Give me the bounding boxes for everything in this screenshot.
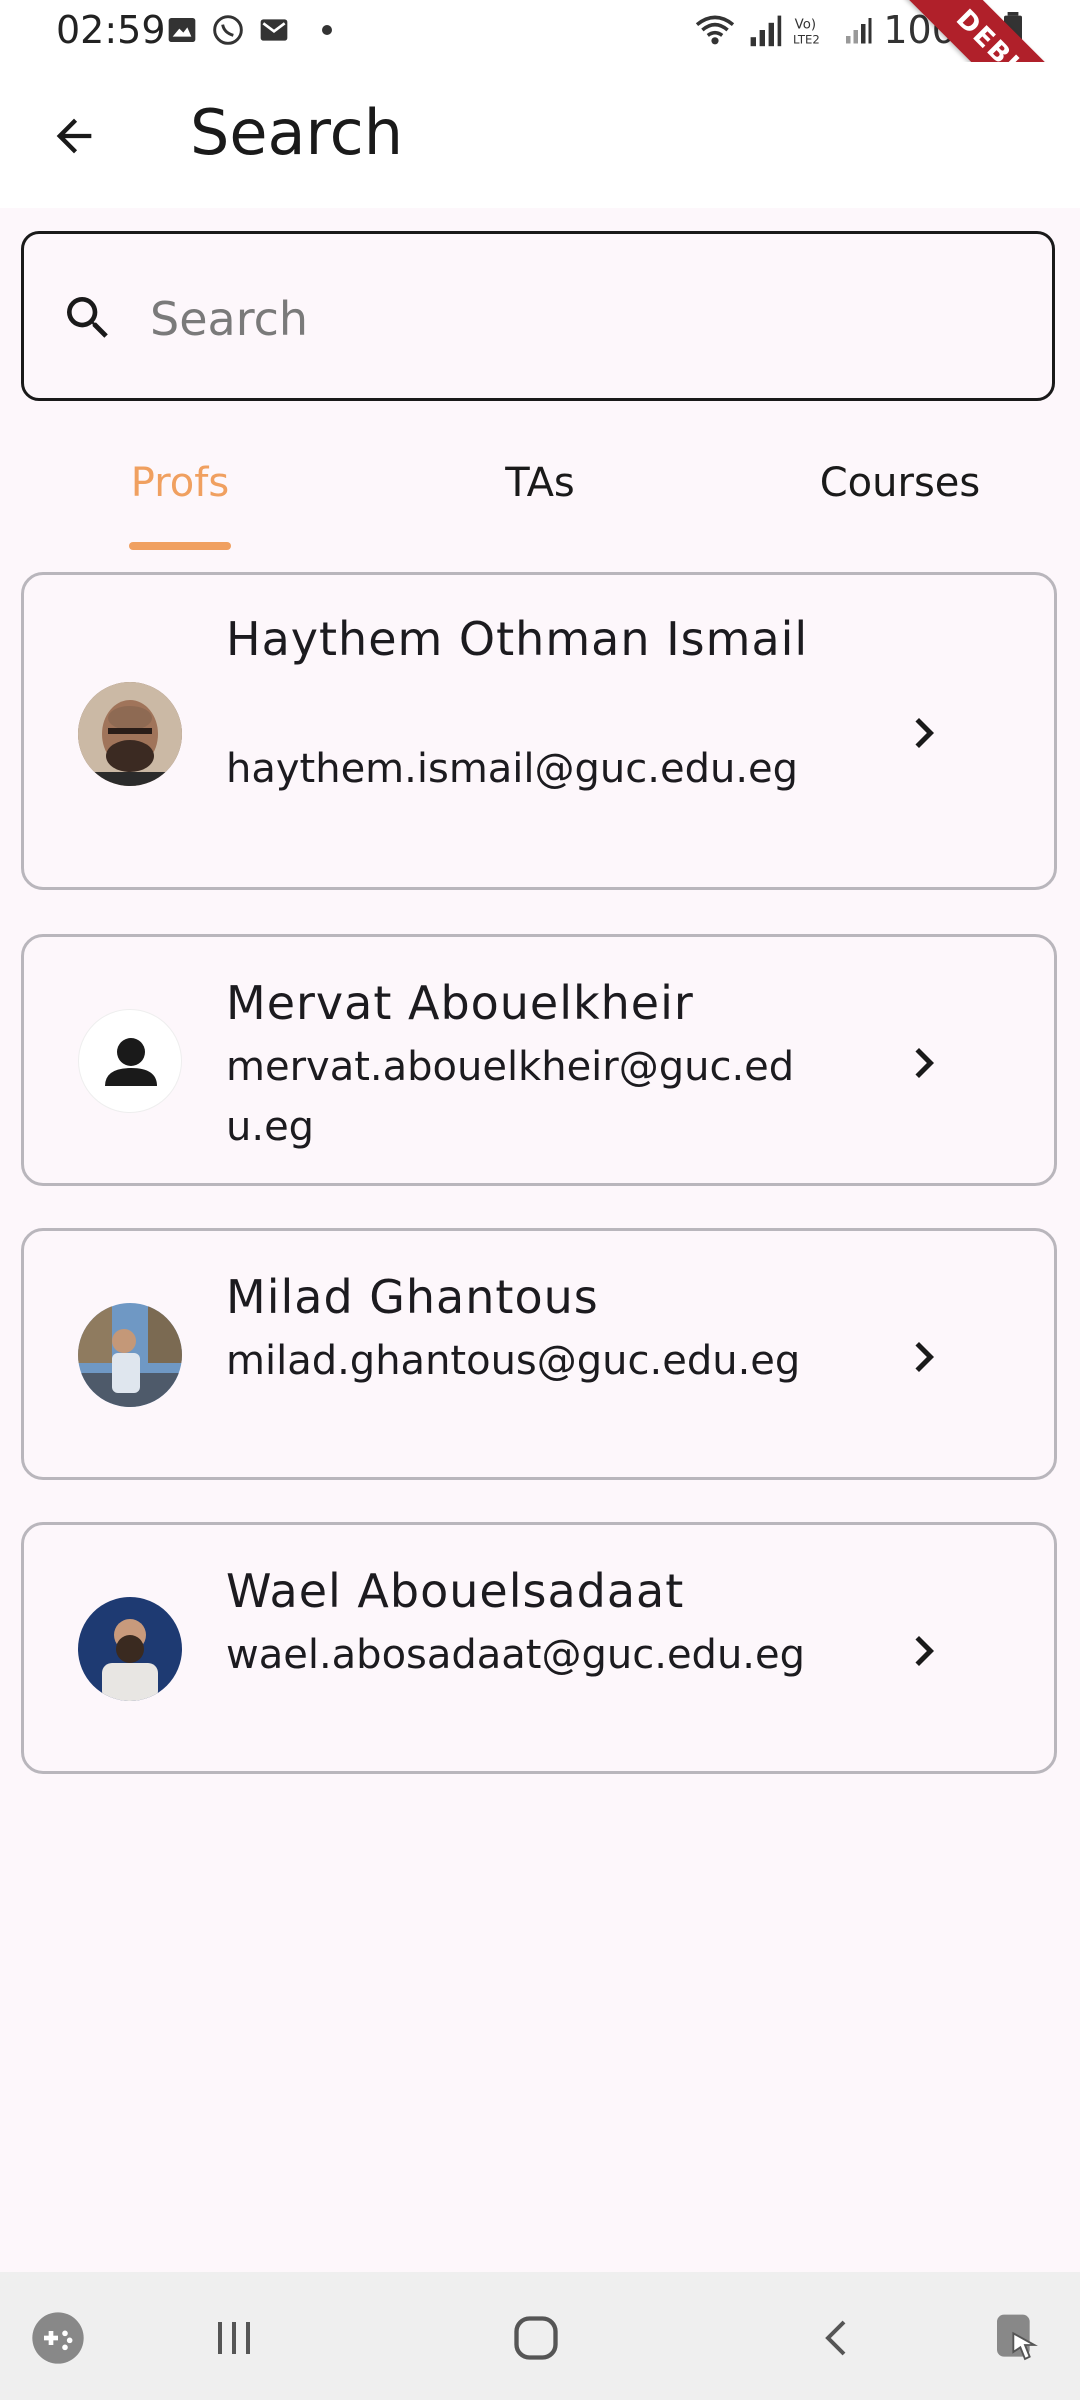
tab-courses[interactable]: Courses (810, 460, 990, 506)
image-icon (168, 18, 196, 42)
recent-apps-icon (218, 2322, 250, 2354)
recent-apps-button[interactable] (202, 2306, 266, 2370)
home-button[interactable] (504, 2306, 568, 2370)
wifi-icon (696, 15, 735, 45)
prof-name: Mervat Abouelkheir (226, 976, 694, 1030)
search-field[interactable] (21, 231, 1055, 401)
prof-email: milad.ghantous@guc.edu.eg (226, 1338, 801, 1384)
notification-icons (166, 14, 332, 46)
prof-name: Milad Ghantous (226, 1270, 599, 1324)
assistant-button[interactable] (986, 2306, 1050, 2370)
chevron-right-icon (915, 1048, 934, 1078)
tab-profs[interactable]: Profs (129, 460, 231, 506)
app-bar: Search (0, 62, 1080, 208)
prof-card[interactable]: Mervat Abouelkheir mervat.abouelkheir@gu… (21, 934, 1057, 1186)
prof-card[interactable]: Milad Ghantous milad.ghantous@guc.edu.eg (21, 1228, 1057, 1480)
prof-name: Haythem Othman Ismail (226, 612, 809, 666)
chevron-right-icon (915, 1636, 934, 1666)
signal-icon (750, 15, 782, 47)
prof-email: mervat.abouelkheir@guc.edu.eg (226, 1044, 795, 1150)
prof-card[interactable]: Haythem Othman Ismail haythem.ismail@guc… (21, 572, 1057, 890)
assistant-icon (997, 2314, 1038, 2361)
mail-icon (260, 19, 288, 41)
avatar-photo (78, 1303, 182, 1407)
chevron-right-icon (915, 718, 934, 748)
avatar (78, 1009, 182, 1113)
avatar (78, 1303, 182, 1407)
active-tab-indicator (129, 542, 231, 550)
svg-text:Vo): Vo) (795, 17, 816, 32)
back-icon (825, 2320, 846, 2356)
dot-icon (322, 25, 332, 35)
back-button[interactable] (40, 102, 108, 170)
status-bar: 02:59 Vo) LTE2 100% DEBUG (0, 0, 1080, 179)
whatsapp-icon (213, 15, 243, 45)
game-launcher-icon (32, 2312, 84, 2364)
chevron-right-icon (915, 1342, 934, 1372)
avatar-photo (78, 682, 182, 786)
signal-icon (846, 18, 872, 44)
avatar-photo (78, 1597, 182, 1701)
search-icon (67, 297, 108, 338)
svg-text:LTE2: LTE2 (793, 32, 820, 46)
back-nav-button[interactable] (806, 2306, 870, 2370)
prof-email: wael.abosadaat@guc.edu.eg (226, 1632, 806, 1678)
arrow-back-icon (56, 118, 92, 154)
avatar (78, 1597, 182, 1701)
avatar (78, 682, 182, 786)
tab-tas[interactable]: TAs (490, 460, 590, 506)
prof-name: Wael Abouelsadaat (226, 1564, 685, 1618)
prof-card[interactable]: Wael Abouelsadaat wael.abosadaat@guc.edu… (21, 1522, 1057, 1774)
page-title: Search (190, 96, 404, 169)
home-icon (514, 2316, 558, 2360)
prof-email: haythem.ismail@guc.edu.eg (226, 746, 799, 792)
volte-icon: Vo)LTE2 (793, 17, 820, 46)
person-placeholder-icon (105, 1038, 157, 1086)
system-navigation-bar (0, 2272, 1080, 2400)
search-input[interactable] (148, 278, 1012, 360)
status-time: 02:59 (56, 8, 166, 52)
game-launcher-button[interactable] (26, 2306, 90, 2370)
tab-bar: Profs TAs Courses (0, 430, 1080, 550)
